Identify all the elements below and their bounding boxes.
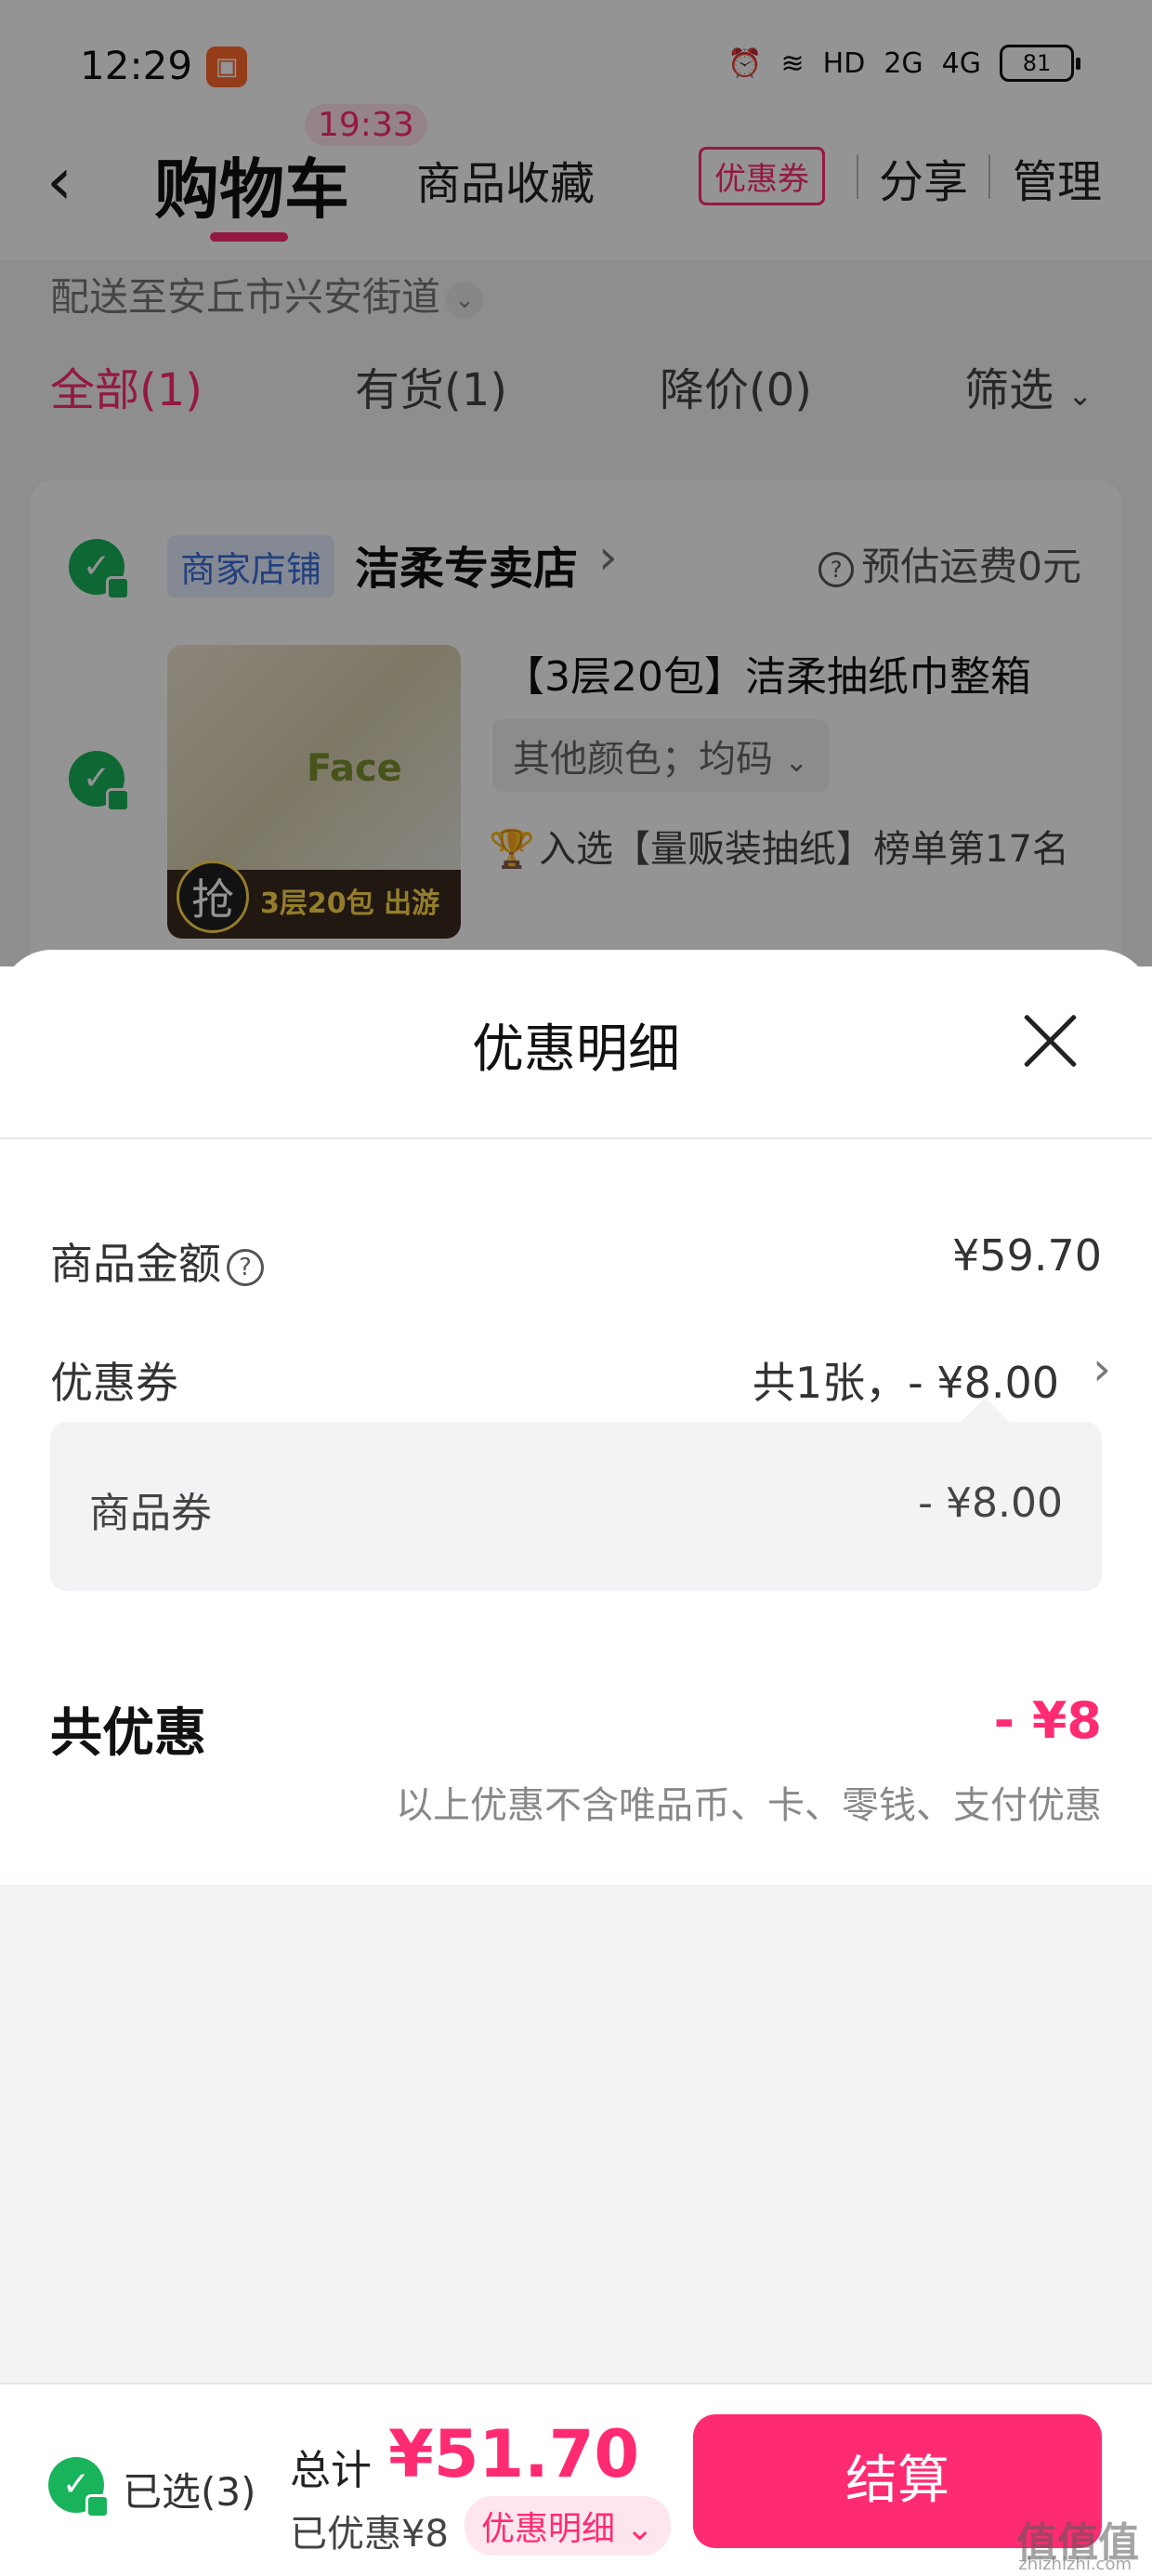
- coupon-item-name: 商品券: [89, 1490, 212, 1537]
- discount-note: 以上优惠不含唯品币、卡、零钱、支付优惠: [396, 1784, 1102, 1827]
- coupon-detail-box: 商品券 - ¥8.00: [50, 1398, 1102, 1591]
- discount-detail-toggle[interactable]: 优惠明细 ⌄: [465, 2496, 671, 2556]
- discount-detail-label: 优惠明细: [481, 2510, 616, 2548]
- total-price: ¥51.70: [388, 2416, 640, 2492]
- watermark-url: zhizhizhi.com: [1018, 2555, 1132, 2574]
- goods-amount-label: 商品金额: [50, 1239, 221, 1289]
- goods-amount-label-row: 商品金额?: [50, 1230, 264, 1292]
- total-discount-label: 共优惠: [50, 1703, 206, 1764]
- lock-icon: [85, 2494, 110, 2518]
- saved-amount: 已优惠¥8: [290, 2513, 449, 2556]
- sheet-empty-area: [0, 1885, 1152, 2383]
- total-discount-value: - ¥8: [993, 1691, 1102, 1750]
- coupon-label: 优惠券: [50, 1358, 178, 1408]
- total-label: 总计: [290, 2447, 372, 2494]
- sheet-title: 优惠明细: [472, 1019, 680, 1080]
- chevron-right-icon[interactable]: ›: [1093, 1342, 1111, 1396]
- coupon-value[interactable]: 共1张，- ¥8.00: [753, 1349, 1059, 1411]
- divider: [0, 1137, 1152, 1139]
- discount-detail-sheet: 优惠明细 商品金额? ¥59.70 优惠券 共1张，- ¥8.00 › 商品券 …: [0, 950, 1152, 1885]
- bottom-bar: ✓ 已选(3) 总计 ¥51.70 已优惠¥8 优惠明细 ⌄ 结算: [0, 2383, 1152, 2576]
- coupon-item-amount: - ¥8.00: [918, 1479, 1063, 1527]
- goods-amount-value: ¥59.70: [952, 1230, 1102, 1281]
- chevron-down-icon: ⌄: [625, 2510, 654, 2548]
- close-icon[interactable]: [1020, 1011, 1080, 1071]
- selected-count: 已选(3): [123, 2469, 256, 2515]
- select-all-checkbox[interactable]: ✓: [48, 2457, 110, 2518]
- help-icon[interactable]: ?: [227, 1248, 264, 1286]
- modal-overlay[interactable]: [0, 0, 1152, 966]
